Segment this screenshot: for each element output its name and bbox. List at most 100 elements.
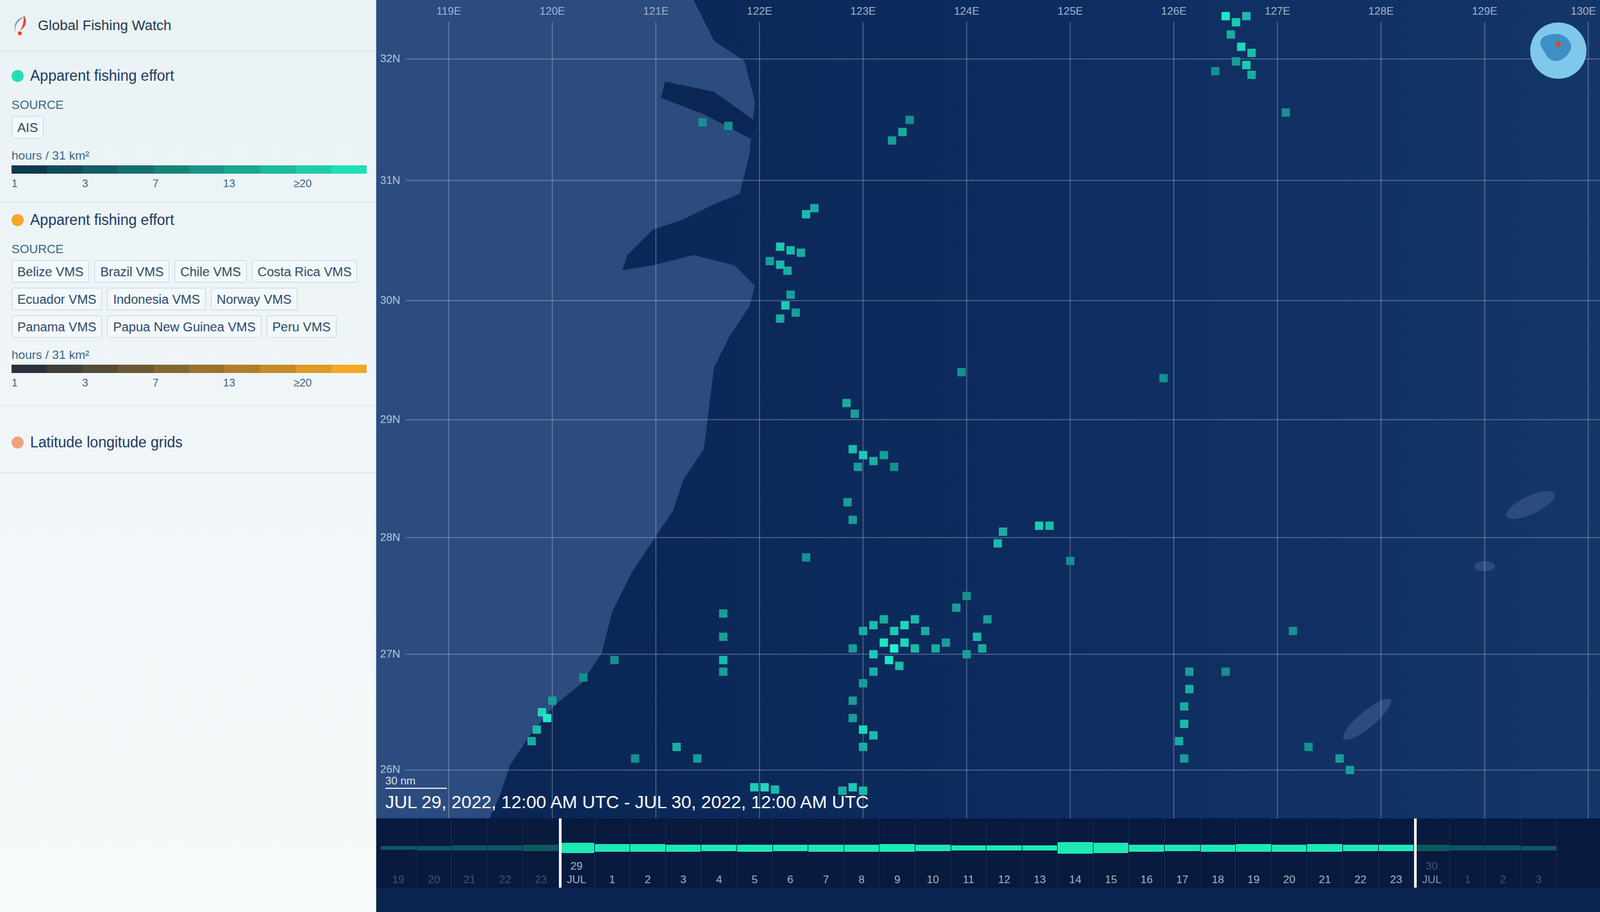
activity-bar xyxy=(1235,844,1272,852)
effort-cell xyxy=(962,591,972,600)
activity-slot xyxy=(487,841,524,855)
timeline-hour[interactable]: 21 xyxy=(1307,818,1343,888)
legend-segment xyxy=(153,165,190,174)
timeline-hour[interactable]: 29JUL xyxy=(558,818,595,888)
timeline-hour[interactable]: 2 xyxy=(1485,818,1522,888)
source-chip[interactable]: AIS xyxy=(11,116,44,139)
effort-cell xyxy=(978,644,987,653)
longitude-label: 128E xyxy=(1368,5,1395,18)
effort-cell xyxy=(786,246,795,255)
effort-cell xyxy=(905,116,915,125)
map[interactable]: 119E120E121E122E123E124E125E126E127E128E… xyxy=(376,0,1600,819)
activity-slot xyxy=(773,841,809,855)
effort-cell xyxy=(900,638,909,647)
timeline-hour[interactable]: 11 xyxy=(951,818,988,888)
hour-label: 19 xyxy=(1247,873,1260,887)
timeline-hour[interactable]: 9 xyxy=(879,818,916,888)
effort-cell xyxy=(957,367,966,377)
effort-cell xyxy=(858,679,868,688)
source-chip[interactable]: Papua New Guinea VMS xyxy=(107,315,261,338)
globe-icon[interactable] xyxy=(1529,21,1588,80)
effort-cell xyxy=(610,655,619,665)
activity-bar xyxy=(523,844,559,851)
range-handle[interactable] xyxy=(1414,818,1417,888)
timeline-hour[interactable]: 17 xyxy=(1164,818,1201,888)
layer-title-row[interactable]: Apparent fishing effort xyxy=(11,66,365,86)
activity-bar xyxy=(1485,845,1521,851)
timeline-hour[interactable]: 12 xyxy=(986,818,1023,888)
timeline-hour[interactable]: 1 xyxy=(1450,818,1486,888)
legend-unit: hours / 31 km² xyxy=(11,148,365,163)
timeline-hour[interactable]: 16 xyxy=(1128,818,1165,888)
effort-cell xyxy=(993,539,1002,548)
effort-cell xyxy=(998,527,1008,536)
source-chip[interactable]: Peru VMS xyxy=(266,315,337,338)
layer-dot-icon xyxy=(11,69,24,83)
source-chip[interactable]: Norway VMS xyxy=(210,287,298,311)
timeline-hour[interactable]: 19 xyxy=(1235,818,1272,888)
timeline-hour[interactable]: 21 xyxy=(451,818,488,888)
legend-tick: 13 xyxy=(223,177,294,191)
layer-title-row[interactable]: Latitude longitude grids xyxy=(11,432,365,452)
range-handle[interactable] xyxy=(558,818,562,888)
timeline-hour[interactable]: 22 xyxy=(1342,818,1379,888)
effort-cell xyxy=(1281,108,1290,117)
timeline[interactable]: 192021222329JUL1234567891011121314151617… xyxy=(376,818,1600,912)
effort-cell xyxy=(1180,754,1189,763)
timeline-hour[interactable]: 8 xyxy=(844,818,881,888)
source-chip[interactable]: Costa Rica VMS xyxy=(251,260,358,283)
legend-tick: 3 xyxy=(82,177,153,191)
activity-bar xyxy=(1450,845,1486,852)
timeline-hour[interactable]: 4 xyxy=(701,818,738,888)
source-chip[interactable]: Belize VMS xyxy=(11,260,90,283)
source-chip[interactable]: Brazil VMS xyxy=(94,260,170,283)
timeline-hour[interactable]: 7 xyxy=(808,818,845,888)
timeline-hour[interactable]: 20 xyxy=(416,818,453,888)
timeline-hour[interactable]: 18 xyxy=(1200,818,1237,888)
timeline-track[interactable]: 192021222329JUL1234567891011121314151617… xyxy=(376,818,1600,888)
timeline-hour[interactable]: 10 xyxy=(915,818,952,888)
latitude-line xyxy=(405,180,1600,182)
source-chip[interactable]: Ecuador VMS xyxy=(11,287,102,311)
source-chip[interactable]: Chile VMS xyxy=(174,260,247,283)
timeline-hour[interactable]: 1 xyxy=(594,818,631,888)
estuary-shape xyxy=(660,81,758,139)
timeline-hour[interactable]: 13 xyxy=(1022,818,1059,888)
timeline-hour[interactable]: 22 xyxy=(487,818,524,888)
activity-slot xyxy=(416,841,452,855)
source-chip[interactable]: Indonesia VMS xyxy=(107,287,206,311)
latitude-label: 28N xyxy=(380,531,400,545)
effort-cell xyxy=(750,783,759,792)
effort-cell xyxy=(527,737,536,746)
timeline-hour[interactable]: 23 xyxy=(523,818,559,888)
timeline-hour[interactable]: 3 xyxy=(666,818,702,888)
timeline-hour[interactable]: 20 xyxy=(1271,818,1308,888)
activity-bar xyxy=(844,844,880,852)
timeline-hour[interactable]: 15 xyxy=(1093,818,1130,888)
legend-tick: 13 xyxy=(223,376,294,390)
timeline-hour[interactable]: 14 xyxy=(1057,818,1094,888)
activity-slot xyxy=(1093,841,1129,855)
effort-cell xyxy=(719,609,728,618)
activity-bar xyxy=(1521,846,1557,851)
effort-cell xyxy=(1226,30,1236,39)
timeline-hour[interactable]: 2 xyxy=(630,818,667,888)
activity-slot xyxy=(879,841,915,855)
timeline-hour[interactable]: 19 xyxy=(380,818,417,888)
legend-segment xyxy=(189,364,225,374)
timeline-hour[interactable]: 23 xyxy=(1378,818,1415,888)
timeline-hour[interactable]: 3 xyxy=(1521,818,1558,888)
timeline-hour[interactable]: 6 xyxy=(773,818,809,888)
effort-cell xyxy=(848,516,858,525)
timeline-hour[interactable]: 5 xyxy=(737,818,774,888)
legend-segment xyxy=(295,364,331,374)
activity-slot xyxy=(951,841,987,855)
activity-bar xyxy=(558,842,595,854)
hour-label: 2 xyxy=(1500,873,1506,887)
layer-title-row[interactable]: Apparent fishing effort xyxy=(11,210,365,230)
source-label: SOURCE xyxy=(11,242,365,257)
source-chip[interactable]: Panama VMS xyxy=(11,315,102,338)
timeline-hour[interactable]: 30JUL xyxy=(1414,818,1450,888)
map-canvas xyxy=(376,0,1600,819)
map-footer: 30 nmJUL 29, 2022, 12:00 AM UTC - JUL 30… xyxy=(385,775,869,814)
